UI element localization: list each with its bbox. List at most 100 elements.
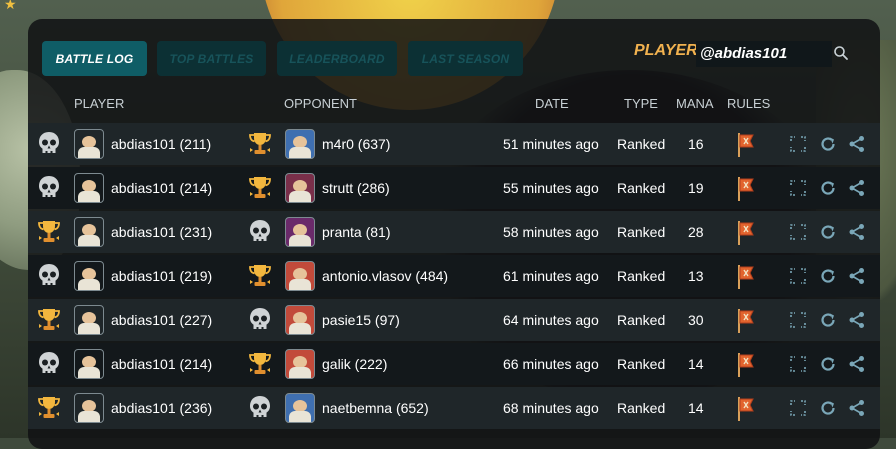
battle-date: 68 minutes ago — [503, 400, 599, 416]
share-icon[interactable] — [848, 355, 866, 373]
mana-cap: 16 — [688, 136, 704, 152]
player-avatar — [74, 217, 104, 247]
player-label: PLAYER: — [634, 42, 704, 59]
battle-type: Ranked — [617, 224, 666, 240]
rule-banner-icon[interactable] — [736, 308, 756, 334]
trophy-icon — [247, 174, 273, 202]
opponent-name[interactable]: strutt (286) — [322, 167, 390, 209]
opponent-avatar — [285, 393, 315, 423]
rule-banner-icon[interactable] — [736, 220, 756, 246]
battle-row[interactable]: abdias101 (227) pasie15 (97) 64 minutes ag… — [28, 299, 880, 341]
battle-log-panel: BATTLE LOG TOP BATTLES LEADERBOARD LAST … — [28, 19, 880, 449]
player-name[interactable]: abdias101 (231) — [111, 211, 212, 253]
header-opponent: OPPONENT — [284, 96, 357, 111]
header-date: DATE — [535, 96, 569, 111]
opponent-avatar — [285, 129, 315, 159]
battle-row[interactable]: abdias101 (214) galik (222) 66 minutes ago… — [28, 343, 880, 385]
star-icon: ★ — [4, 0, 17, 12]
header-type: TYPE — [624, 96, 658, 111]
rule-banner-icon[interactable] — [736, 176, 756, 202]
player-avatar — [74, 173, 104, 203]
opponent-avatar — [285, 217, 315, 247]
replay-icon[interactable] — [819, 179, 837, 197]
skull-icon — [36, 130, 62, 158]
opponent-name[interactable]: pranta (81) — [322, 211, 390, 253]
battle-date: 58 minutes ago — [503, 224, 599, 240]
player-avatar — [74, 349, 104, 379]
expand-icon[interactable] — [789, 179, 807, 197]
opponent-name[interactable]: pasie15 (97) — [322, 299, 400, 341]
expand-icon[interactable] — [789, 223, 807, 241]
mana-cap: 13 — [688, 268, 704, 284]
tab-leaderboard[interactable]: LEADERBOARD — [277, 41, 397, 76]
trophy-icon — [247, 262, 273, 290]
replay-icon[interactable] — [819, 399, 837, 417]
rule-banner-icon[interactable] — [736, 352, 756, 378]
skull-icon — [247, 394, 273, 422]
battle-date: 64 minutes ago — [503, 312, 599, 328]
tab-top-battles[interactable]: TOP BATTLES — [157, 41, 266, 76]
expand-icon[interactable] — [789, 267, 807, 285]
player-search-input[interactable]: @abdias101 — [696, 41, 832, 67]
share-icon[interactable] — [848, 179, 866, 197]
trophy-icon — [36, 394, 62, 422]
rule-banner-icon[interactable] — [736, 396, 756, 422]
replay-icon[interactable] — [819, 267, 837, 285]
trophy-icon — [36, 218, 62, 246]
header-mana: MANA — [676, 96, 714, 111]
player-name[interactable]: abdias101 (211) — [111, 123, 211, 165]
mana-cap: 19 — [688, 180, 704, 196]
player-name[interactable]: abdias101 (214) — [111, 343, 212, 385]
battle-row[interactable]: abdias101 (231) pranta (81) 58 minutes ago… — [28, 211, 880, 253]
battle-type: Ranked — [617, 400, 666, 416]
rule-banner-icon[interactable] — [736, 264, 756, 290]
player-name[interactable]: abdias101 (219) — [111, 255, 212, 297]
tab-battle-log[interactable]: BATTLE LOG — [42, 41, 147, 76]
player-name[interactable]: abdias101 (214) — [111, 167, 212, 209]
trophy-icon — [36, 306, 62, 334]
rule-banner-icon[interactable] — [736, 132, 756, 158]
player-name[interactable]: abdias101 (227) — [111, 299, 212, 341]
battle-date: 55 minutes ago — [503, 180, 599, 196]
expand-icon[interactable] — [789, 135, 807, 153]
opponent-name[interactable]: galik (222) — [322, 343, 387, 385]
expand-icon[interactable] — [789, 399, 807, 417]
skull-icon — [36, 350, 62, 378]
opponent-name[interactable]: m4r0 (637) — [322, 123, 390, 165]
opponent-name[interactable]: naetbemna (652) — [322, 387, 429, 429]
header-rules: RULES — [727, 96, 771, 111]
share-icon[interactable] — [848, 135, 866, 153]
share-icon[interactable] — [848, 223, 866, 241]
opponent-name[interactable]: antonio.vlasov (484) — [322, 255, 448, 297]
expand-icon[interactable] — [789, 355, 807, 373]
opponent-avatar — [285, 305, 315, 335]
share-icon[interactable] — [848, 267, 866, 285]
tab-last-season[interactable]: LAST SEASON — [408, 41, 523, 76]
replay-icon[interactable] — [819, 135, 837, 153]
skull-icon — [36, 262, 62, 290]
mana-cap: 14 — [688, 356, 704, 372]
mana-cap: 14 — [688, 400, 704, 416]
skull-icon — [36, 174, 62, 202]
battle-type: Ranked — [617, 180, 666, 196]
replay-icon[interactable] — [819, 311, 837, 329]
skull-icon — [247, 306, 273, 334]
opponent-avatar — [285, 173, 315, 203]
battle-row[interactable]: abdias101 (214) strutt (286) 55 minutes ag… — [28, 167, 880, 209]
share-icon[interactable] — [848, 311, 866, 329]
player-avatar — [74, 261, 104, 291]
search-icon[interactable] — [833, 45, 849, 61]
opponent-avatar — [285, 261, 315, 291]
replay-icon[interactable] — [819, 355, 837, 373]
trophy-icon — [247, 130, 273, 158]
share-icon[interactable] — [848, 399, 866, 417]
battle-row[interactable]: abdias101 (211) m4r0 (637) 51 minutes ago R… — [28, 123, 880, 165]
replay-icon[interactable] — [819, 223, 837, 241]
battle-date: 61 minutes ago — [503, 268, 599, 284]
player-name[interactable]: abdias101 (236) — [111, 387, 212, 429]
battle-type: Ranked — [617, 312, 666, 328]
battle-type: Ranked — [617, 268, 666, 284]
battle-row[interactable]: abdias101 (236) naetbemna (652) 68 minutes… — [28, 387, 880, 429]
battle-row[interactable]: abdias101 (219) antonio.vlasov (484) 61 mi… — [28, 255, 880, 297]
expand-icon[interactable] — [789, 311, 807, 329]
